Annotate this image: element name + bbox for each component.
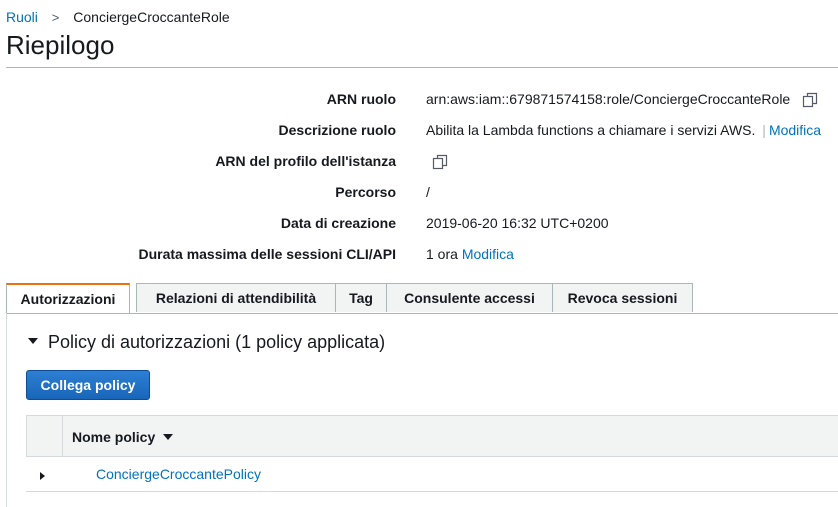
permissions-section-toggle[interactable]: Policy di autorizzazioni (1 policy appli… xyxy=(28,332,385,353)
caret-right-icon xyxy=(40,472,45,480)
edit-session-duration-link[interactable]: Modifica xyxy=(462,246,514,262)
created-value: 2019-06-20 16:32 UTC+0200 xyxy=(426,215,609,231)
copy-icon[interactable] xyxy=(432,154,448,170)
arn-label: ARN ruolo xyxy=(326,91,396,107)
breadcrumb: Ruoli > ConciergeCroccanteRole xyxy=(6,9,230,25)
tabs-divider xyxy=(6,313,838,314)
attach-policy-button[interactable]: Collega policy xyxy=(26,370,150,400)
description-separator: | xyxy=(762,122,766,138)
description-label: Descrizione ruolo xyxy=(278,122,396,138)
breadcrumb-roles-link[interactable]: Ruoli xyxy=(6,9,38,25)
permissions-section-title: Policy di autorizzazioni (1 policy appli… xyxy=(48,332,386,352)
caret-down-icon xyxy=(28,338,38,345)
session-duration-text: 1 ora xyxy=(426,246,458,262)
arn-value: arn:aws:iam::679871574158:role/Concierge… xyxy=(426,91,818,108)
path-label: Percorso xyxy=(335,184,396,200)
title-divider xyxy=(6,67,838,68)
panel-border xyxy=(6,313,7,507)
copy-icon[interactable] xyxy=(802,92,818,108)
table-header-divider xyxy=(62,416,63,457)
created-label: Data di creazione xyxy=(280,215,396,231)
path-value: / xyxy=(426,184,430,200)
column-header-policy-name[interactable]: Nome policy xyxy=(72,429,174,445)
policy-link[interactable]: ConciergeCroccantePolicy xyxy=(96,466,261,482)
breadcrumb-separator: > xyxy=(51,10,60,25)
tab-permissions[interactable]: Autorizzazioni xyxy=(6,283,130,314)
summary-row-path: Percorso / xyxy=(0,184,838,204)
summary-row-arn: ARN ruolo arn:aws:iam::679871574158:role… xyxy=(0,91,838,111)
description-value: Abilita la Lambda functions a chiamare i… xyxy=(426,122,821,138)
table-row-divider xyxy=(26,491,838,492)
arn-text: arn:aws:iam::679871574158:role/Concierge… xyxy=(426,91,791,107)
summary-row-created: Data di creazione 2019-06-20 16:32 UTC+0… xyxy=(0,215,838,235)
tab-access-advisor[interactable]: Consulente accessi xyxy=(386,283,553,312)
page-title: Riepilogo xyxy=(6,30,115,60)
description-text: Abilita la Lambda functions a chiamare i… xyxy=(426,122,756,138)
sort-caret-icon xyxy=(163,434,174,441)
tab-revoke-sessions[interactable]: Revoca sessioni xyxy=(552,283,693,312)
summary-row-instance-profile: ARN del profilo dell'istanza xyxy=(0,153,838,173)
tab-tags[interactable]: Tag xyxy=(335,283,387,312)
summary-row-description: Descrizione ruolo Abilita la Lambda func… xyxy=(0,122,838,142)
breadcrumb-current: ConciergeCroccanteRole xyxy=(73,9,230,25)
column-header-label: Nome policy xyxy=(72,429,156,445)
instance-profile-value xyxy=(426,153,448,170)
summary-row-session-duration: Durata massima delle sessioni CLI/API 1 … xyxy=(0,246,838,266)
row-expand-toggle[interactable] xyxy=(40,470,50,482)
session-duration-label: Durata massima delle sessioni CLI/API xyxy=(138,246,396,262)
instance-profile-label: ARN del profilo dell'istanza xyxy=(215,153,396,169)
tab-trust-relationships[interactable]: Relazioni di attendibilità xyxy=(136,283,336,312)
session-duration-value: 1 ora Modifica xyxy=(426,246,514,262)
edit-description-link[interactable]: Modifica xyxy=(769,122,821,138)
